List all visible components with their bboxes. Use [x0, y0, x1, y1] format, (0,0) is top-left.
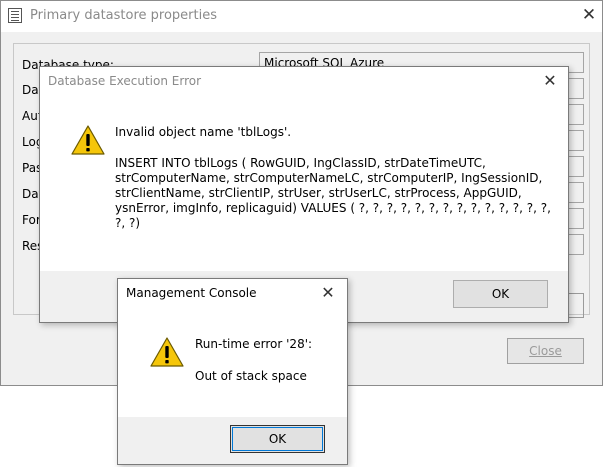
error-sql-statement: INSERT INTO tblLogs ( RowGUID, IngClassI…: [115, 156, 551, 230]
management-console-dialog: Management Console ✕ Run-time error '28'…: [117, 278, 348, 465]
mc-dialog-title: Management Console: [126, 286, 257, 300]
error-close-icon[interactable]: ✕: [540, 71, 560, 90]
error-titlebar: Database Execution Error ✕: [40, 67, 568, 97]
close-button-label: Close: [529, 344, 562, 358]
error-message-area: Invalid object name 'tblLogs'. INSERT IN…: [115, 125, 555, 247]
primary-titlebar: Primary datastore properties ✕: [1, 1, 602, 32]
error-ok-button[interactable]: OK: [453, 280, 548, 308]
warning-icon: [150, 337, 184, 367]
error-dialog-title: Database Execution Error: [48, 74, 202, 88]
runtime-error-message: Out of stack space: [195, 369, 307, 383]
mc-titlebar: Management Console ✕: [118, 279, 347, 309]
runtime-error-code: Run-time error '28':: [195, 337, 313, 351]
mc-ok-button[interactable]: OK: [230, 425, 325, 453]
primary-window-title: Primary datastore properties: [30, 8, 218, 23]
close-button[interactable]: Close: [507, 338, 584, 364]
primary-close-icon[interactable]: ✕: [579, 5, 599, 25]
mc-close-icon[interactable]: ✕: [318, 283, 338, 302]
properties-icon: [8, 8, 22, 23]
error-message: Invalid object name 'tblLogs'.: [115, 125, 292, 139]
warning-icon: [71, 125, 105, 155]
